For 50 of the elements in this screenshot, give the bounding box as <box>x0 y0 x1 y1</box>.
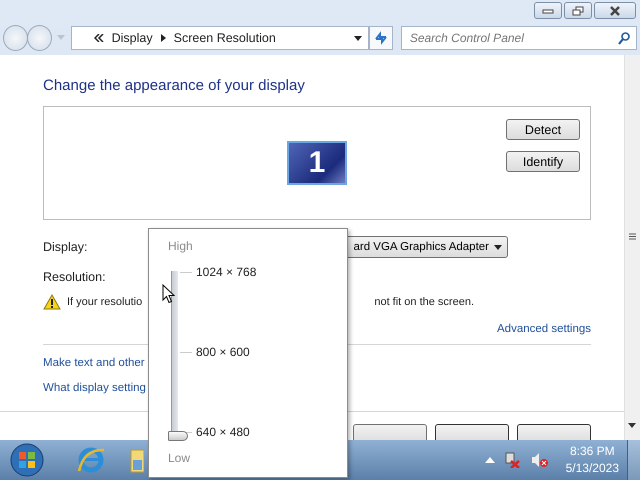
breadcrumb[interactable]: Screen Resolution <box>174 31 276 45</box>
monitor-action-button[interactable]: Detect <box>506 119 580 140</box>
ok-button[interactable] <box>353 424 427 440</box>
warning-text: not fit on the screen. <box>374 296 474 308</box>
high-label: High <box>168 239 193 253</box>
monitor-action-button[interactable]: Identify <box>506 151 580 172</box>
address-bar[interactable]: Display Screen Resolution <box>70 26 369 50</box>
monitor-tile[interactable]: 1 <box>287 141 347 185</box>
cancel-button[interactable] <box>435 424 509 440</box>
minimize-icon <box>542 6 554 14</box>
mouse-cursor-icon <box>162 284 175 304</box>
separator-arrow-icon <box>160 34 166 42</box>
display-label: Display: <box>43 240 88 254</box>
show-desktop-button[interactable] <box>627 440 640 480</box>
minimize-button[interactable] <box>534 2 562 19</box>
show-hidden-icons-icon[interactable] <box>484 457 495 463</box>
search-field[interactable]: Search Control Panel <box>400 26 637 50</box>
refresh-button[interactable] <box>368 26 393 50</box>
refresh-icon <box>374 31 388 45</box>
resolution-option[interactable]: 640 × 480 <box>196 425 250 439</box>
page-heading: Change the appearance of your display <box>43 77 306 94</box>
windows-logo-icon <box>10 443 44 477</box>
search-icon <box>618 32 630 44</box>
help-link[interactable]: Make text and other <box>43 357 145 369</box>
slider-track[interactable] <box>168 271 188 441</box>
warning-icon <box>43 294 61 310</box>
breadcrumb[interactable]: Display <box>112 31 153 45</box>
resolution-option[interactable]: 800 × 600 <box>196 345 250 359</box>
advanced-settings-link[interactable]: Advanced settings <box>497 323 591 335</box>
monitor-number: 1 <box>308 146 326 180</box>
speaker-muted-icon[interactable] <box>530 452 549 468</box>
dropdown-icon <box>354 36 362 40</box>
dropdown-icon <box>494 244 502 250</box>
network-error-icon[interactable] <box>504 452 522 468</box>
restore-icon <box>572 6 584 16</box>
restore-button[interactable] <box>564 2 592 19</box>
resolution-label: Resolution: <box>43 270 106 284</box>
close-icon <box>609 6 621 16</box>
apply-button[interactable] <box>517 424 591 440</box>
warning-text: If your resolutio <box>67 296 142 308</box>
scroll-down-icon <box>628 423 636 428</box>
chevron-icon <box>94 34 104 42</box>
scrollbar[interactable] <box>624 55 640 440</box>
slider-thumb[interactable] <box>168 431 188 441</box>
grip-icon <box>629 233 636 240</box>
low-label: Low <box>168 451 190 465</box>
resolution-option[interactable]: 1024 × 768 <box>196 265 256 279</box>
dropdown-icon <box>56 35 65 41</box>
close-button[interactable] <box>594 2 636 19</box>
help-link[interactable]: What display setting <box>43 382 146 394</box>
